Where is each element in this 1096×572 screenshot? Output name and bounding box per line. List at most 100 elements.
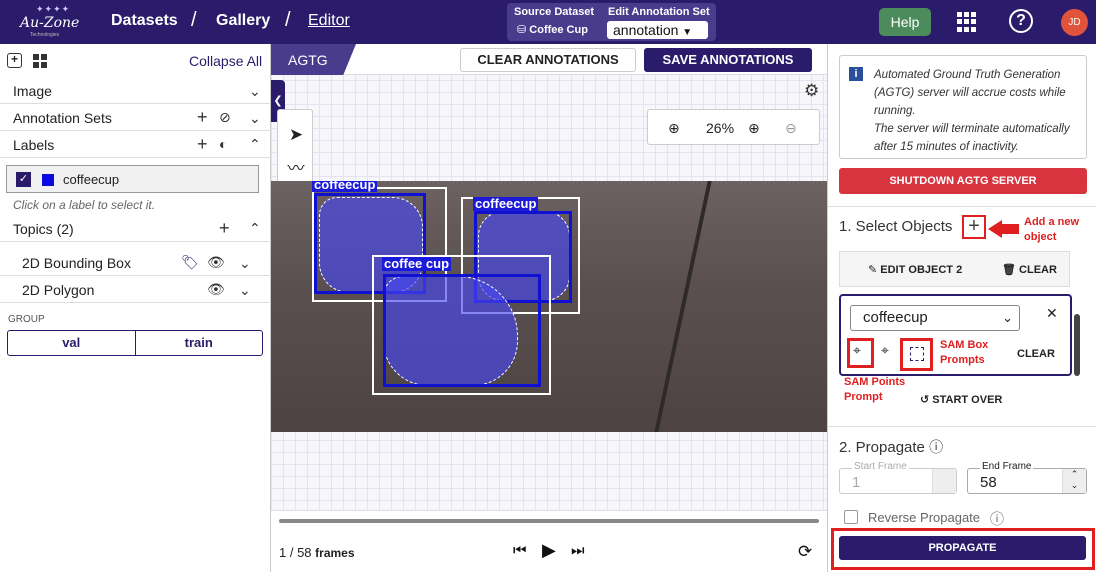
label-color-swatch <box>42 174 54 186</box>
end-frame-stepper[interactable]: ⌃ ⌄ <box>1062 469 1086 493</box>
object-card: coffeecup ⌄ ✕ ⌖ ⌖ SAM Box Prompts CLEAR <box>839 294 1072 376</box>
label-item-coffeecup[interactable]: ✓ coffeecup <box>6 165 259 193</box>
annotation-label: coffeecup <box>312 181 378 192</box>
section-labels-title: Labels <box>13 137 55 153</box>
topic-2d-bounding-box[interactable]: 2D Bounding Box 🏷 👁 ⌄ <box>0 249 271 276</box>
chevron-down-icon[interactable]: ⌄ <box>239 255 251 272</box>
label-checkbox[interactable]: ✓ <box>16 172 31 187</box>
sam-box-note: SAM Box Prompts <box>940 339 989 366</box>
dashboard-tiles-icon[interactable] <box>33 54 47 68</box>
section-image[interactable]: Image ⌄ <box>0 77 271 104</box>
nav-gallery[interactable]: Gallery <box>216 12 270 30</box>
zoom-out-icon[interactable]: ⊖ <box>785 120 797 137</box>
right-panel: i Automated Ground Truth Generation (AGT… <box>827 44 1096 572</box>
autoplay-icon[interactable]: ⟳ <box>798 542 812 562</box>
polyline-icon[interactable]: 〰 <box>284 157 308 181</box>
sam-points-prompt-button[interactable]: ⌖ <box>847 338 874 368</box>
group-segmented-control: val train <box>7 330 263 356</box>
clear-annotations-button[interactable]: CLEAR ANNOTATIONS <box>460 48 636 72</box>
info-circle-icon[interactable]: ⓘ <box>929 439 943 455</box>
nav-datasets[interactable]: Datasets <box>111 12 178 30</box>
zoom-in-icon[interactable]: ⊕ <box>748 120 760 137</box>
contrast-icon[interactable]: ◐ <box>219 136 227 152</box>
object-label-select[interactable]: coffeecup ⌄ <box>850 305 1020 331</box>
close-icon[interactable]: ✕ <box>1046 305 1058 322</box>
save-annotations-button[interactable]: SAVE ANNOTATIONS <box>644 48 812 72</box>
start-over-button[interactable]: ↺ START OVER <box>920 393 1002 406</box>
section-annotation-sets-title: Annotation Sets <box>13 110 112 126</box>
panel-scrollbar[interactable] <box>1074 314 1080 376</box>
plus-icon[interactable]: + <box>197 134 208 155</box>
skip-back-icon[interactable]: ⏮ <box>513 542 527 559</box>
cursor-minus-icon[interactable]: ⌖ <box>881 342 889 359</box>
end-frame-field[interactable]: End Frame 58 ⌃ ⌄ <box>967 461 1087 494</box>
annotation-label: coffeecup <box>473 196 539 211</box>
label-name: coffeecup <box>63 172 120 187</box>
group-option-train[interactable]: train <box>136 331 263 355</box>
info-text: Automated Ground Truth Generation (AGTG)… <box>874 69 1070 153</box>
zoom-controls: ⊕ 26% ⊕ ⊖ <box>647 109 820 145</box>
editor-canvas-area: AGTG CLEAR ANNOTATIONS SAVE ANNOTATIONS … <box>271 44 827 572</box>
logo-name: Au-Zone <box>20 15 80 31</box>
trash-icon: 🗑 <box>1002 264 1016 276</box>
sam-points-note: SAM Points Prompt <box>844 376 906 403</box>
clear-object-button[interactable]: 🗑 CLEAR <box>1002 263 1057 276</box>
frame-counter: 1 / 58 frames <box>279 545 355 560</box>
help-question-icon[interactable]: ? <box>1009 9 1033 33</box>
card-clear-button[interactable]: CLEAR <box>1017 348 1055 360</box>
avatar[interactable]: JD <box>1061 9 1088 36</box>
logo-subtitle: Technologies <box>30 32 60 38</box>
company-logo[interactable]: ✦✦✦✦ Au-Zone Technologies <box>14 4 84 40</box>
hide-eye-icon[interactable]: ⊘ <box>219 109 231 126</box>
chevron-up-icon[interactable]: ⌃ <box>249 220 261 237</box>
plus-icon[interactable]: + <box>197 107 208 128</box>
add-object-plus-icon[interactable]: + <box>962 215 986 239</box>
tag-icon[interactable]: 🏷 <box>181 254 199 271</box>
propagate-button[interactable]: PROPAGATE <box>839 536 1086 560</box>
undo-icon: ↺ <box>920 394 930 406</box>
annotation-set-select[interactable]: annotation ▼ <box>607 21 708 39</box>
download-icon[interactable]: ⊕ <box>668 120 680 137</box>
nav-editor[interactable]: Editor <box>308 12 350 30</box>
apps-grid-icon[interactable] <box>957 12 977 32</box>
edit-object-row: ✎ EDIT OBJECT 2 🗑 CLEAR <box>839 251 1070 287</box>
select-pointer-icon[interactable]: ➤ <box>284 123 308 147</box>
chevron-down-icon[interactable]: ⌄ <box>239 282 251 299</box>
tab-agtg[interactable]: AGTG <box>271 44 356 75</box>
section-labels[interactable]: Labels + ◐ ⌃ <box>0 131 271 158</box>
chevron-down-icon[interactable]: ⌄ <box>249 110 261 127</box>
chevron-down-icon[interactable]: ⌄ <box>249 83 261 100</box>
section-topics[interactable]: Topics (2) + ⌃ <box>0 215 271 242</box>
add-box-icon[interactable]: + <box>7 53 22 68</box>
topic-2d-polygon[interactable]: 2D Polygon 👁 ⌄ <box>0 276 271 303</box>
group-option-val[interactable]: val <box>8 331 136 355</box>
help-button[interactable]: Help <box>879 8 931 36</box>
section-annotation-sets[interactable]: Annotation Sets + ⊘ ⌄ <box>0 104 271 131</box>
info-circle-icon[interactable]: ⓘ <box>990 509 1004 529</box>
play-icon[interactable]: ▶ <box>542 540 556 561</box>
start-frame-stepper[interactable] <box>932 469 956 493</box>
eye-icon[interactable]: 👁 <box>207 281 225 298</box>
plus-icon[interactable]: + <box>219 218 230 239</box>
start-frame-field[interactable]: Start Frame 1 <box>839 461 957 494</box>
eye-icon[interactable]: 👁 <box>207 254 225 271</box>
annotation-arrow-icon <box>988 220 1002 238</box>
skip-forward-icon[interactable]: ⏭ <box>571 542 585 559</box>
annotation-arrow-body <box>1001 224 1019 234</box>
bounding-box[interactable] <box>383 274 541 387</box>
collapse-all-link[interactable]: Collapse All <box>189 53 262 69</box>
reverse-propagate-checkbox[interactable] <box>844 510 858 524</box>
info-icon: i <box>849 67 863 81</box>
edit-object-button[interactable]: ✎ EDIT OBJECT 2 <box>868 263 962 276</box>
table-seam <box>654 181 712 432</box>
agtg-info-box: i Automated Ground Truth Generation (AGT… <box>839 55 1087 159</box>
image-viewport[interactable]: coffeecup coffeecup coffee.cup <box>271 181 827 432</box>
top-bar: ✦✦✦✦ Au-Zone Technologies Datasets / Gal… <box>0 0 1096 44</box>
gear-icon[interactable]: ⚙ <box>804 81 819 101</box>
end-frame-label: End Frame <box>980 461 1034 472</box>
chevron-up-icon[interactable]: ⌃ <box>249 136 261 153</box>
frame-progress-track[interactable] <box>279 519 819 523</box>
shutdown-agtg-button[interactable]: SHUTDOWN AGTG SERVER <box>839 168 1087 194</box>
sam-box-prompt-button[interactable] <box>900 338 933 371</box>
divider <box>828 426 1096 427</box>
